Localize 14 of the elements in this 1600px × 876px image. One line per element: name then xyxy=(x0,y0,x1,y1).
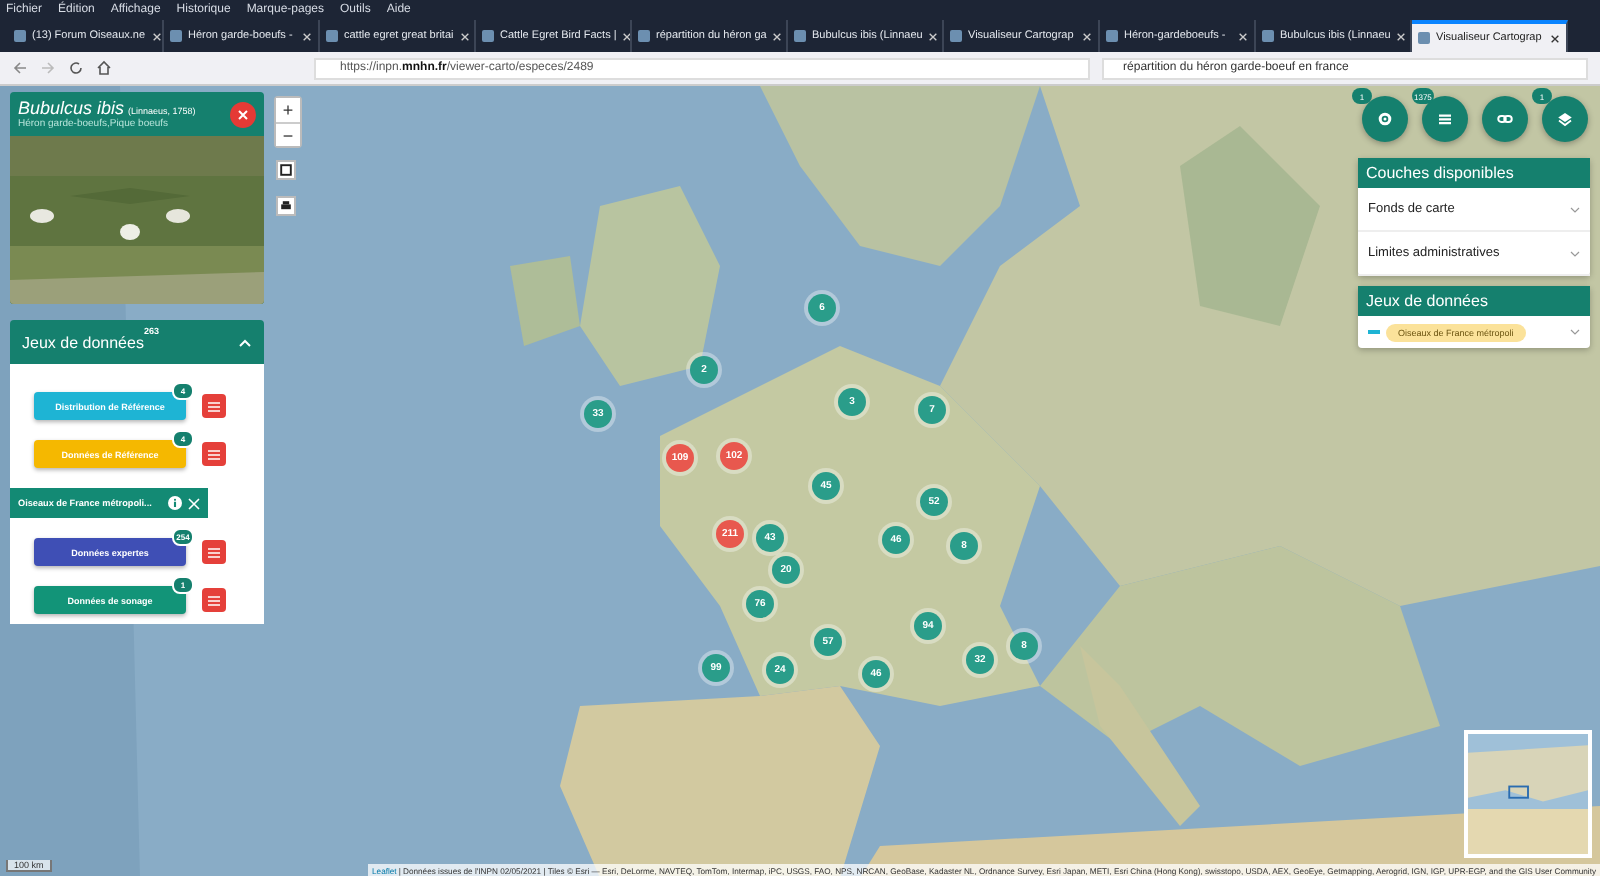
site-icon xyxy=(1106,30,1118,42)
site-icon xyxy=(170,30,182,42)
reload-icon[interactable] xyxy=(68,60,84,76)
site-icon xyxy=(794,30,806,42)
site-icon xyxy=(14,30,26,42)
back-icon[interactable] xyxy=(12,60,28,76)
close-icon[interactable] xyxy=(1550,33,1560,43)
site-icon xyxy=(326,30,338,42)
site-icon xyxy=(950,30,962,42)
site-icon xyxy=(1418,32,1430,44)
home-icon[interactable] xyxy=(96,60,112,76)
site-icon xyxy=(1262,30,1274,42)
site-icon xyxy=(638,30,650,42)
site-icon xyxy=(482,30,494,42)
